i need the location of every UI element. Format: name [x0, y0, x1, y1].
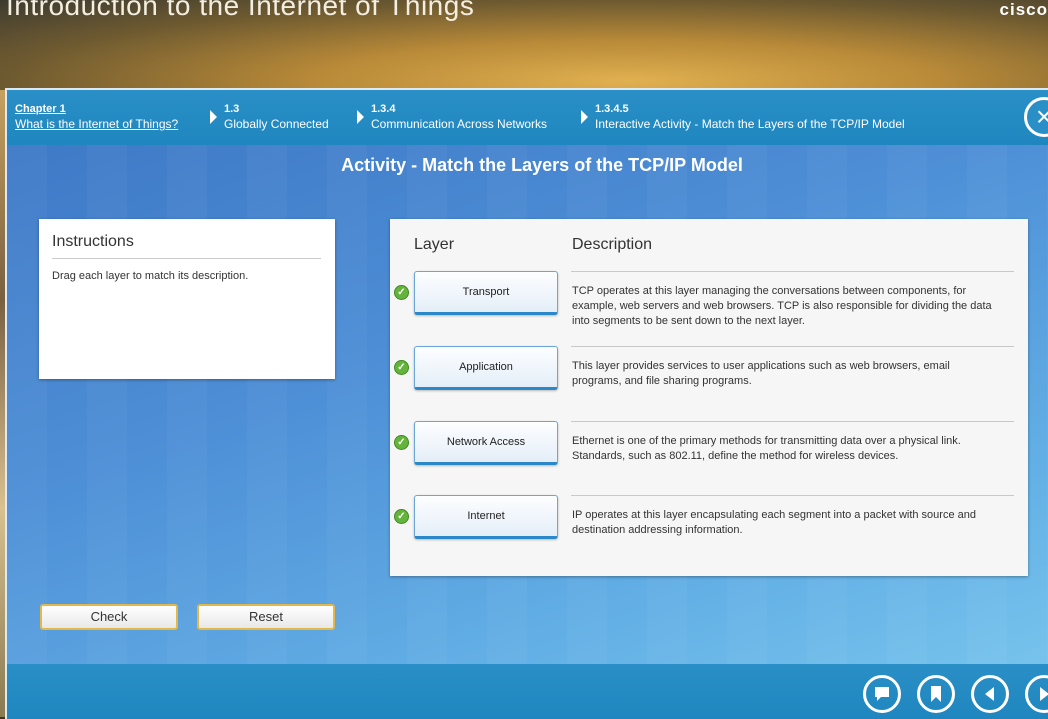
footer-bar: [7, 664, 1048, 719]
previous-icon: [985, 687, 994, 701]
chevron-right-icon: [210, 110, 217, 124]
layer-tile-application[interactable]: Application: [414, 346, 558, 390]
divider: [571, 421, 1014, 422]
breadcrumb-chapter-link[interactable]: Chapter 1 What is the Internet of Things…: [15, 102, 178, 132]
instructions-text: Drag each layer to match its description…: [52, 270, 249, 282]
breadcrumb-activity-number: 1.3.4.5: [595, 103, 629, 115]
bookmark-button[interactable]: [917, 675, 955, 713]
chevron-right-icon: [581, 110, 588, 124]
layer-description: TCP operates at this layer managing the …: [572, 285, 992, 327]
check-icon: ✓: [394, 285, 409, 300]
breadcrumb-activity-label: Interactive Activity - Match the Layers …: [595, 117, 905, 131]
reset-button[interactable]: Reset: [197, 604, 335, 630]
breadcrumb-activity: 1.3.4.5 Interactive Activity - Match the…: [595, 102, 905, 132]
layer-tile-transport[interactable]: Transport: [414, 271, 558, 315]
instructions-panel: Instructions Drag each layer to match it…: [39, 219, 335, 379]
breadcrumb-topic-label: Communication Across Networks: [371, 117, 548, 131]
breadcrumb-topic-number: 1.3.4: [371, 103, 396, 115]
table-row: ✓ Transport TCP operates at this layer m…: [390, 271, 1028, 346]
breadcrumb-section: 1.3 Globally Connected: [224, 102, 329, 132]
table-row: ✓ Internet IP operates at this layer enc…: [390, 495, 1028, 570]
divider: [571, 495, 1014, 496]
check-icon: ✓: [394, 360, 409, 375]
check-icon: ✓: [394, 435, 409, 450]
cisco-logo: cisco: [999, 0, 1048, 19]
next-button[interactable]: [1025, 675, 1048, 713]
previous-button[interactable]: [971, 675, 1009, 713]
divider: [52, 258, 321, 259]
table-row: ✓ Network Access Ethernet is one of the …: [390, 421, 1028, 496]
layer-description: IP operates at this layer encapsulating …: [572, 509, 976, 536]
close-button[interactable]: ×: [1024, 97, 1048, 137]
course-banner: Introduction to the Internet of Things c…: [0, 0, 1048, 90]
activity-window: Chapter 1 What is the Internet of Things…: [5, 88, 1048, 719]
divider: [571, 346, 1014, 347]
layer-tile-internet[interactable]: Internet: [414, 495, 558, 539]
breadcrumb-section-number: 1.3: [224, 103, 240, 115]
close-icon: ×: [1036, 101, 1048, 132]
description-column-header: Description: [572, 236, 653, 253]
layer-tile-network-access[interactable]: Network Access: [414, 421, 558, 465]
chevron-right-icon: [357, 110, 364, 124]
layer-description: This layer provides services to user app…: [572, 360, 950, 387]
table-row: ✓ Application This layer provides servic…: [390, 346, 1028, 421]
activity-title: Activity - Match the Layers of the TCP/I…: [341, 155, 743, 175]
next-icon: [1040, 687, 1048, 701]
breadcrumb-chapter-number: Chapter 1: [15, 103, 66, 115]
comment-icon: [875, 687, 889, 701]
breadcrumb-topic: 1.3.4 Communication Across Networks: [371, 102, 547, 132]
layer-description: Ethernet is one of the primary methods f…: [572, 435, 961, 462]
breadcrumb-chapter-label: What is the Internet of Things?: [15, 117, 179, 131]
course-title: Introduction to the Internet of Things: [6, 0, 475, 21]
breadcrumb: Chapter 1 What is the Internet of Things…: [7, 90, 1048, 145]
instructions-title: Instructions: [52, 233, 134, 250]
check-icon: ✓: [394, 509, 409, 524]
breadcrumb-section-label: Globally Connected: [224, 117, 329, 131]
comment-button[interactable]: [863, 675, 901, 713]
layer-column-header: Layer: [414, 236, 455, 253]
check-button[interactable]: Check: [40, 604, 178, 630]
matching-panel: Layer Description ✓ Transport TCP operat…: [390, 219, 1028, 576]
divider: [571, 271, 1014, 272]
bookmark-icon: [931, 686, 941, 702]
